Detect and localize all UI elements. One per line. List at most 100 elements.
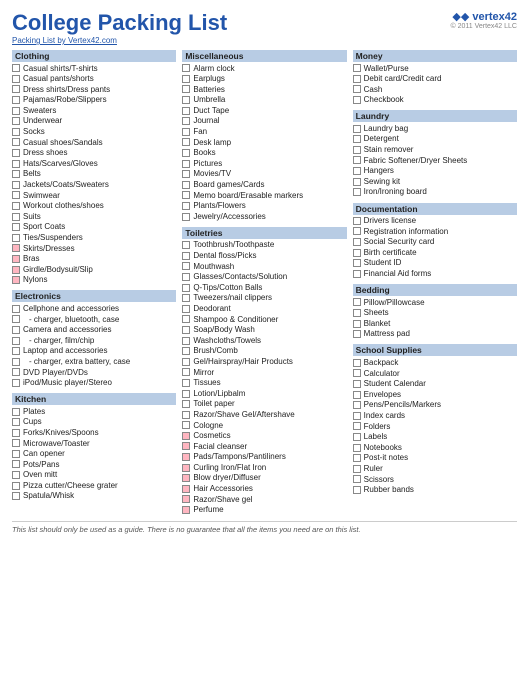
checkbox[interactable] [12, 223, 20, 231]
checkbox[interactable] [353, 64, 361, 72]
checkbox[interactable] [353, 188, 361, 196]
checkbox[interactable] [182, 85, 190, 93]
checkbox[interactable] [353, 238, 361, 246]
checkbox[interactable] [12, 75, 20, 83]
checkbox[interactable] [12, 170, 20, 178]
checkbox[interactable] [353, 146, 361, 154]
checkbox[interactable] [12, 492, 20, 500]
checkbox[interactable] [12, 337, 20, 345]
checkbox[interactable] [182, 252, 190, 260]
checkbox[interactable] [182, 305, 190, 313]
checkbox[interactable] [182, 75, 190, 83]
checkbox[interactable] [353, 475, 361, 483]
checkbox[interactable] [353, 156, 361, 164]
checkbox[interactable] [182, 202, 190, 210]
checkbox[interactable] [182, 347, 190, 355]
checkbox[interactable] [12, 460, 20, 468]
checkbox[interactable] [182, 160, 190, 168]
checkbox[interactable] [12, 64, 20, 72]
checkbox[interactable] [12, 138, 20, 146]
checkbox[interactable] [12, 482, 20, 490]
checkbox[interactable] [12, 117, 20, 125]
checkbox[interactable] [353, 359, 361, 367]
checkbox[interactable] [182, 390, 190, 398]
checkbox[interactable] [182, 485, 190, 493]
checkbox[interactable] [353, 320, 361, 328]
checkbox[interactable] [12, 276, 20, 284]
checkbox[interactable] [12, 305, 20, 313]
checkbox[interactable] [12, 418, 20, 426]
checkbox[interactable] [353, 444, 361, 452]
checkbox[interactable] [182, 181, 190, 189]
checkbox[interactable] [12, 160, 20, 168]
checkbox[interactable] [353, 135, 361, 143]
checkbox[interactable] [182, 170, 190, 178]
checkbox[interactable] [353, 75, 361, 83]
checkbox[interactable] [353, 217, 361, 225]
checkbox[interactable] [182, 432, 190, 440]
checkbox[interactable] [182, 326, 190, 334]
checkbox[interactable] [12, 266, 20, 274]
checkbox[interactable] [12, 181, 20, 189]
checkbox[interactable] [353, 227, 361, 235]
checkbox[interactable] [353, 433, 361, 441]
checkbox[interactable] [353, 249, 361, 257]
checkbox[interactable] [12, 450, 20, 458]
checkbox[interactable] [12, 408, 20, 416]
checkbox[interactable] [12, 255, 20, 263]
checkbox[interactable] [182, 64, 190, 72]
checkbox[interactable] [12, 213, 20, 221]
checkbox[interactable] [12, 128, 20, 136]
checkbox[interactable] [12, 368, 20, 376]
checkbox[interactable] [12, 358, 20, 366]
checkbox[interactable] [182, 262, 190, 270]
checkbox[interactable] [353, 96, 361, 104]
checkbox[interactable] [353, 412, 361, 420]
checkbox[interactable] [353, 465, 361, 473]
checkbox[interactable] [353, 380, 361, 388]
checkbox[interactable] [182, 464, 190, 472]
checkbox[interactable] [12, 347, 20, 355]
checkbox[interactable] [12, 326, 20, 334]
checkbox[interactable] [182, 453, 190, 461]
checkbox[interactable] [182, 213, 190, 221]
checkbox[interactable] [353, 298, 361, 306]
checkbox[interactable] [182, 191, 190, 199]
checkbox[interactable] [12, 149, 20, 157]
checkbox[interactable] [353, 178, 361, 186]
checkbox[interactable] [182, 474, 190, 482]
checkbox[interactable] [353, 454, 361, 462]
checkbox[interactable] [182, 421, 190, 429]
checkbox[interactable] [12, 191, 20, 199]
checkbox[interactable] [182, 273, 190, 281]
checkbox[interactable] [353, 85, 361, 93]
checkbox[interactable] [182, 379, 190, 387]
checkbox[interactable] [182, 337, 190, 345]
checkbox[interactable] [182, 315, 190, 323]
checkbox[interactable] [353, 259, 361, 267]
checkbox[interactable] [182, 358, 190, 366]
checkbox[interactable] [182, 138, 190, 146]
checkbox[interactable] [182, 442, 190, 450]
checkbox[interactable] [353, 401, 361, 409]
checkbox[interactable] [353, 369, 361, 377]
checkbox[interactable] [353, 125, 361, 133]
checkbox[interactable] [12, 234, 20, 242]
checkbox[interactable] [182, 368, 190, 376]
checkbox[interactable] [12, 379, 20, 387]
checkbox[interactable] [182, 495, 190, 503]
subtitle[interactable]: Packing List by Vertex42.com [12, 36, 227, 45]
checkbox[interactable] [353, 167, 361, 175]
checkbox[interactable] [12, 96, 20, 104]
checkbox[interactable] [12, 315, 20, 323]
checkbox[interactable] [353, 391, 361, 399]
checkbox[interactable] [182, 96, 190, 104]
checkbox[interactable] [182, 400, 190, 408]
checkbox[interactable] [182, 149, 190, 157]
checkbox[interactable] [12, 429, 20, 437]
checkbox[interactable] [182, 107, 190, 115]
checkbox[interactable] [182, 117, 190, 125]
checkbox[interactable] [182, 241, 190, 249]
checkbox[interactable] [182, 284, 190, 292]
checkbox[interactable] [182, 294, 190, 302]
